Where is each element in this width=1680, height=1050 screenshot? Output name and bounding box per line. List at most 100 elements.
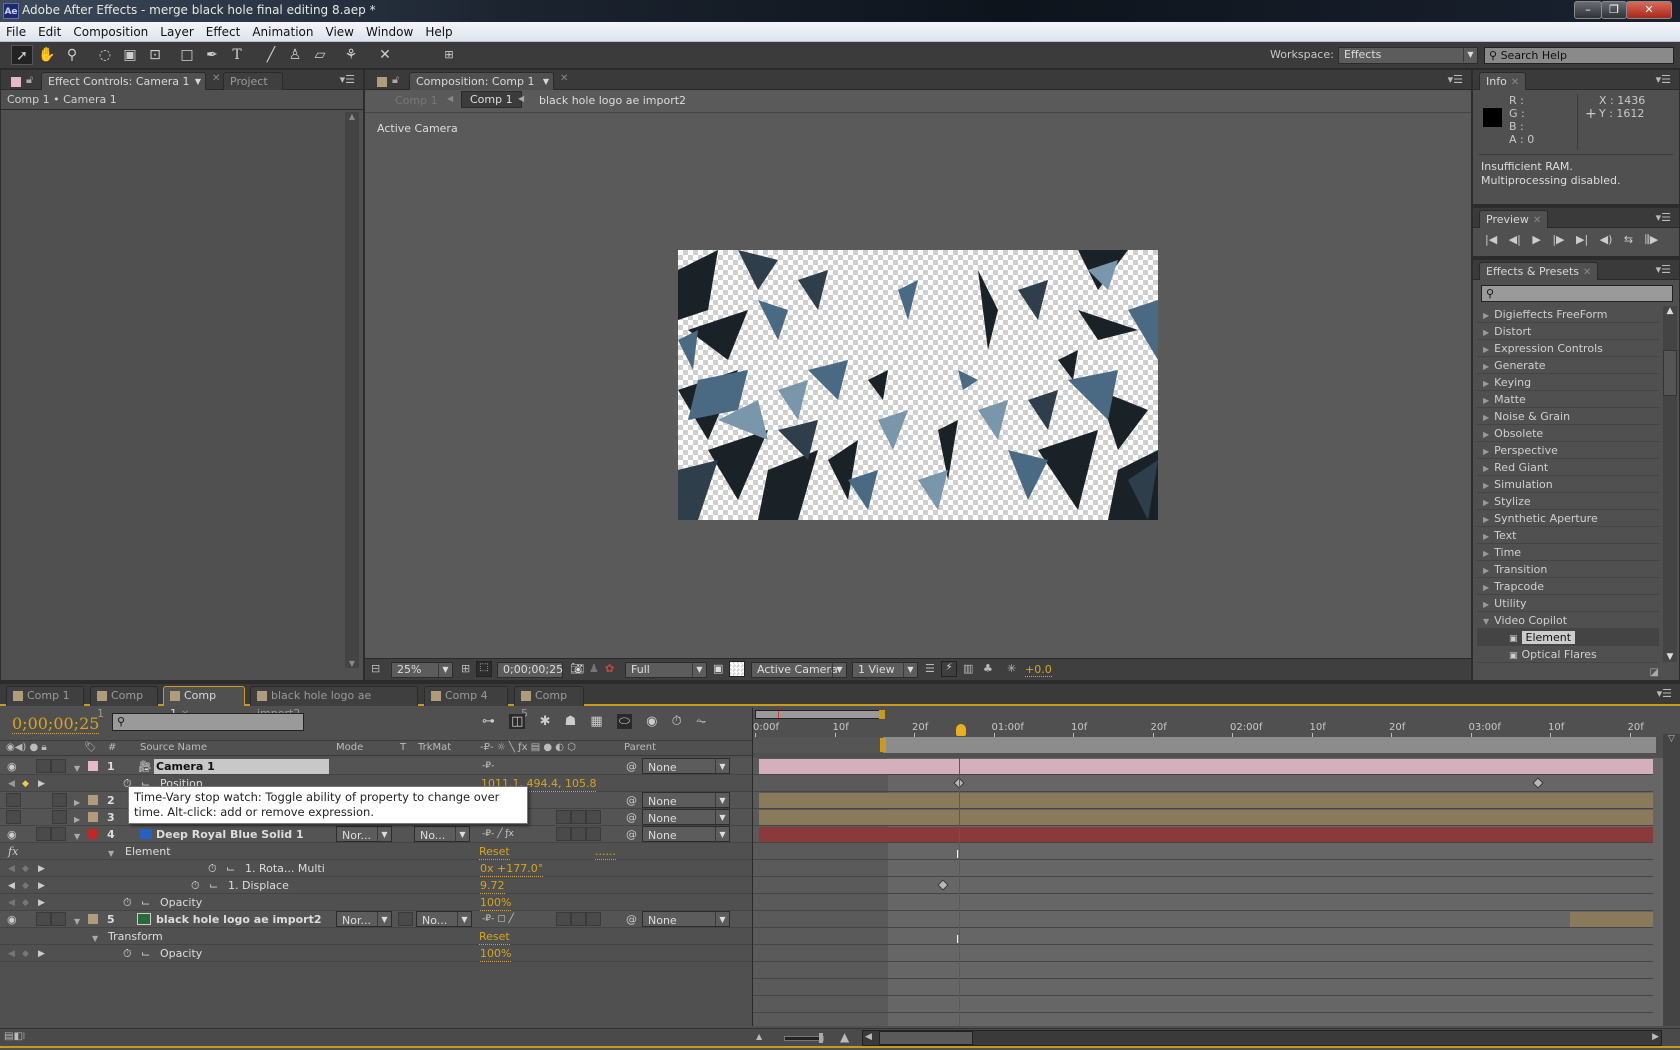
motion-blur-icon[interactable]: ⬭ [616, 714, 632, 729]
camera-view-dropdown[interactable]: Active Camera ▼ [751, 662, 847, 678]
work-area-bar[interactable] [753, 737, 1656, 753]
shy-switch-icon[interactable]: -₽- ▢ ╱ [482, 912, 514, 927]
parent-dropdown[interactable]: None ▼ [642, 792, 730, 808]
fx-icon[interactable]: fx [8, 844, 18, 859]
audio-icon[interactable]: ◀) [1600, 233, 1613, 246]
type-tool-icon[interactable]: T [226, 45, 248, 65]
twirl-right-icon[interactable]: ▶ [1483, 532, 1489, 541]
twirl-right-icon[interactable]: ▶ [1483, 379, 1489, 388]
rotation-tool-icon[interactable]: ◌ [94, 45, 116, 65]
scroll-up-icon[interactable]: ▲ [1663, 306, 1677, 316]
column-t[interactable]: T [400, 742, 406, 753]
composition-mini-flowchart-icon[interactable]: ⊶ [482, 714, 495, 729]
scroll-left-icon[interactable]: ◀ [865, 1032, 872, 1042]
add-keyframe-icon[interactable]: ◆ [22, 896, 29, 911]
menu-composition[interactable]: Composition [67, 22, 154, 42]
layer-duration-bar[interactable] [759, 827, 1653, 842]
menu-help[interactable]: Help [419, 22, 458, 42]
roto-brush-tool-icon[interactable]: ⚘ [340, 45, 362, 65]
effects-scrollbar[interactable]: ▲ ▼ [1663, 306, 1677, 662]
column-number[interactable]: # [108, 742, 116, 753]
label-color-swatch[interactable] [88, 761, 98, 771]
twirl-down-icon[interactable]: ▼ [1483, 617, 1489, 626]
loop-icon[interactable]: ⇆ [1624, 233, 1633, 246]
prev-keyframe-icon[interactable]: ◀ [8, 947, 15, 962]
menu-effect[interactable]: Effect [200, 22, 247, 42]
breadcrumb-comp-1-inactive[interactable]: Comp 1 [395, 94, 438, 107]
trkmat-dropdown[interactable]: No... ▼ [414, 826, 470, 842]
tab-project[interactable]: Project [223, 72, 283, 90]
pickwhip-icon[interactable]: @ [626, 793, 637, 808]
effects-category[interactable]: ▶ Text [1477, 527, 1659, 544]
layer-search-input[interactable]: ⚲ [112, 713, 304, 731]
tab-info[interactable]: Info ✕ [1479, 72, 1527, 90]
magnification-dropdown[interactable]: 25% ▼ [391, 662, 453, 678]
panel-menu-icon[interactable]: ▾☰ [1656, 211, 1671, 224]
effects-category[interactable]: ▶ Synthetic Aperture [1477, 510, 1659, 527]
stopwatch-icon[interactable]: ⏱ [123, 895, 132, 910]
effects-category[interactable]: ▶ Keying [1477, 374, 1659, 391]
clone-stamp-tool-icon[interactable]: ♙ [284, 45, 306, 65]
transparency-grid-icon[interactable] [729, 661, 745, 677]
twirl-down-icon[interactable]: ▼ [92, 931, 98, 946]
graph-editor-icon[interactable]: ⏦ [696, 714, 707, 729]
zoom-in-icon[interactable]: ▲ [840, 1030, 849, 1044]
element-reset-button[interactable]: Reset [479, 844, 510, 860]
effects-category-expanded[interactable]: ▼ Video Copilot [1477, 612, 1659, 629]
tab-effects-presets[interactable]: Effects & Presets ✕ [1479, 262, 1599, 280]
frame-blending-icon[interactable]: ▦ [590, 714, 602, 729]
chevron-down-icon[interactable]: ▼ [195, 73, 201, 91]
fast-previews-icon[interactable]: ⚡ [941, 661, 957, 677]
twirl-right-icon[interactable]: ▶ [1483, 396, 1489, 405]
next-keyframe-icon[interactable]: ▶ [38, 879, 45, 894]
previous-frame-icon[interactable]: ◀| [1509, 233, 1521, 246]
effect-controls-scrollbar[interactable]: ▲ ▼ [345, 112, 359, 668]
twirl-right-icon[interactable]: ▶ [1483, 447, 1489, 456]
layer-duration-bar[interactable] [759, 793, 1653, 808]
layer-switches-toggle-icon[interactable]: ▤◧⧘ [4, 1031, 25, 1042]
prev-keyframe-icon[interactable]: ◀ [8, 879, 15, 894]
zoom-out-icon[interactable]: ▲ [756, 1032, 762, 1041]
close-icon[interactable]: ✕ [1583, 267, 1591, 278]
timeline-tab[interactable]: Comp 5 [514, 686, 584, 720]
lock-switch[interactable] [51, 827, 66, 841]
tab-composition[interactable]: Composition: Comp 1 ▼ [409, 72, 554, 90]
visibility-eye-icon[interactable]: ◉ [7, 827, 17, 842]
twirl-right-icon[interactable]: ▶ [74, 795, 80, 810]
label-color-swatch[interactable] [88, 795, 98, 805]
view-layout-dropdown[interactable]: 1 View ▼ [852, 662, 918, 678]
twirl-right-icon[interactable]: ▶ [1483, 515, 1489, 524]
layer-duration-bar[interactable] [759, 759, 1653, 774]
timeline-horizontal-scrollbar[interactable]: ◀ ▶ [862, 1030, 1662, 1046]
stopwatch-icon[interactable]: ⏱ [123, 946, 132, 961]
menu-window[interactable]: Window [360, 22, 419, 42]
timeline-icon[interactable]: ▥ [963, 662, 973, 675]
exposure-value[interactable]: +0.0 [1025, 663, 1052, 677]
column-source-name[interactable]: Source Name [140, 742, 207, 753]
panel-menu-icon[interactable]: ▾☰ [340, 73, 355, 86]
search-help-field[interactable]: ⚲ Search Help [1484, 47, 1674, 64]
effect-row-element[interactable]: fx ▼ Element Reset ...... [0, 843, 752, 860]
panel-menu-icon[interactable]: ▾☰ [1448, 73, 1463, 86]
prev-keyframe-icon[interactable]: ◀ [8, 896, 15, 911]
hand-tool-icon[interactable]: ✋ [36, 45, 58, 65]
twirl-right-icon[interactable]: ▶ [1483, 345, 1489, 354]
visibility-eye-icon[interactable]: ◉ [7, 912, 17, 927]
play-icon[interactable]: ▶ [1532, 233, 1540, 246]
layer-name[interactable]: Camera 1 [154, 759, 329, 774]
twirl-right-icon[interactable]: ▶ [1483, 311, 1489, 320]
scroll-thumb[interactable] [879, 1031, 973, 1045]
twirl-right-icon[interactable]: ▶ [1483, 549, 1489, 558]
twirl-right-icon[interactable]: ▶ [1483, 583, 1489, 592]
next-keyframe-icon[interactable]: ▶ [38, 862, 45, 877]
show-snapshot-icon[interactable]: ♟ [589, 662, 599, 675]
layer-row[interactable]: ◉ ▼ 1 🎥︎ Camera 1 -₽- @ None ▼ [0, 758, 752, 775]
rectangle-tool-icon[interactable]: □ [176, 45, 198, 65]
effects-category[interactable]: ▶ Simulation [1477, 476, 1659, 493]
panel-menu-icon[interactable]: ▾☰ [1656, 263, 1671, 276]
lock-switch[interactable] [52, 793, 67, 807]
menu-file[interactable]: File [0, 22, 32, 42]
property-row-opacity[interactable]: ◀ ◆ ▶ ⏱ ⌙ Opacity 100% [0, 894, 752, 911]
axis-mode-icon[interactable]: ⊞ ● ⊠ [438, 45, 460, 101]
shy-switch-icon[interactable]: -₽- ╱ ƒx [482, 827, 514, 842]
